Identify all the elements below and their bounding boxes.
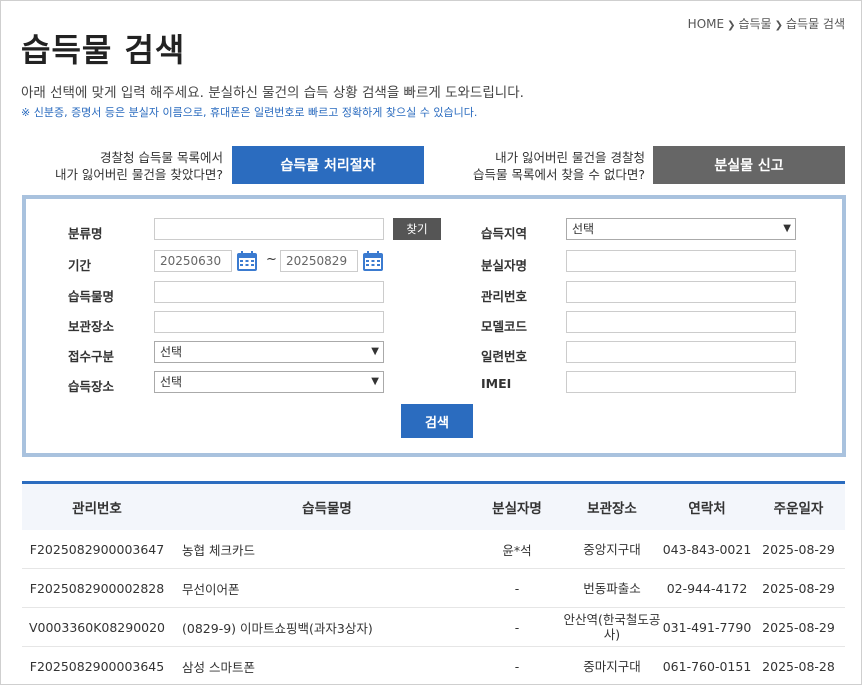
search-form: 분류명 찾기 기간 20250630 ~ 20250829 습득물명 보관장소 …: [22, 195, 846, 457]
item-name-label: 습득물명: [68, 289, 115, 304]
owner-name-label: 분실자명: [481, 258, 528, 273]
region-label: 습득지역: [481, 226, 528, 241]
cell-item-name[interactable]: 무선이어폰: [172, 579, 472, 598]
serial-label: 일련번호: [481, 349, 528, 364]
found-place-select[interactable]: 선택 ▼: [154, 371, 384, 393]
table-row[interactable]: F2025082900003647 농협 체크카드 윤*석 중앙지구대 043-…: [22, 530, 845, 569]
date-to-input[interactable]: 20250829: [280, 250, 358, 272]
receipt-type-label: 접수구분: [68, 349, 115, 364]
period-label: 기간: [68, 258, 92, 273]
cell-item-name[interactable]: 농협 체크카드: [172, 540, 472, 559]
found-place-label: 습득장소: [68, 379, 115, 394]
header-item-name[interactable]: 습득물명: [172, 497, 472, 517]
search-tip-note: ※ 신분증, 증명서 등은 분실자 이름으로, 휴대폰은 일련번호로 빠르고 정…: [21, 106, 478, 119]
chevron-right-icon: ❯: [727, 20, 736, 31]
cell-owner-name: -: [514, 580, 520, 596]
header-owner-name[interactable]: 분실자명: [472, 497, 562, 517]
cell-storage: 중앙지구대: [583, 541, 641, 557]
calendar-icon[interactable]: [236, 250, 258, 272]
region-select[interactable]: 선택 ▼: [566, 218, 796, 240]
cell-manage-no[interactable]: F2025082900003645: [22, 659, 172, 674]
cell-found-date: 2025-08-29: [762, 619, 835, 635]
cell-owner-name: 윤*석: [502, 542, 532, 558]
chevron-down-icon: ▼: [783, 223, 791, 234]
cell-storage: 안산역(한국철도공사): [563, 612, 661, 642]
breadcrumb-found-items[interactable]: 습득물: [738, 15, 771, 32]
breadcrumb-current: 습득물 검색: [785, 17, 845, 31]
cta-left-text: 경찰청 습득물 목록에서 내가 잃어버린 물건을 찾았다면?: [54, 150, 223, 182]
cell-found-date: 2025-08-28: [762, 658, 835, 674]
cell-manage-no[interactable]: F2025082900002828: [22, 581, 172, 596]
receipt-type-select[interactable]: 선택 ▼: [154, 341, 384, 363]
header-found-date[interactable]: 주운일자: [752, 497, 845, 517]
imei-input[interactable]: [566, 371, 796, 393]
cell-owner-name: -: [514, 658, 520, 674]
cell-manage-no[interactable]: V0003360K08290020: [22, 620, 172, 635]
cta-right-text: 내가 잃어버린 물건을 경찰청 습득물 목록에서 찾을 수 없다면?: [472, 150, 645, 182]
header-storage[interactable]: 보관장소: [562, 497, 662, 517]
cell-owner-name: -: [514, 619, 520, 635]
category-label: 분류명: [68, 226, 103, 241]
table-row[interactable]: V0003360K08290020 (0829-9) 이마트쇼핑백(과자3상자)…: [22, 608, 845, 647]
cell-contact: 02-944-4172: [666, 580, 748, 596]
cell-item-name[interactable]: 삼성 스마트폰: [172, 657, 472, 676]
cell-manage-no[interactable]: F2025082900003647: [22, 542, 172, 557]
breadcrumb: HOME ❯ 습득물 ❯ 습득물 검색: [688, 15, 845, 32]
owner-name-input[interactable]: [566, 250, 796, 272]
table-row[interactable]: F2025082900003645 삼성 스마트폰 - 중마지구대 061-76…: [22, 647, 845, 684]
cell-storage: 중마지구대: [583, 658, 641, 674]
item-name-input[interactable]: [154, 281, 384, 303]
found-item-procedure-button[interactable]: 습득물 처리절차: [232, 146, 424, 184]
find-category-button[interactable]: 찾기: [393, 218, 441, 240]
chevron-down-icon: ▼: [371, 376, 379, 387]
cell-found-date: 2025-08-29: [762, 580, 835, 596]
model-code-input[interactable]: [566, 311, 796, 333]
search-button[interactable]: 검색: [401, 404, 473, 438]
breadcrumb-home[interactable]: HOME: [688, 17, 724, 31]
header-contact[interactable]: 연락처: [662, 497, 752, 517]
manage-no-label: 관리번호: [481, 289, 528, 304]
serial-input[interactable]: [566, 341, 796, 363]
cell-contact: 031-491-7790: [662, 619, 752, 635]
date-range-separator: ~: [266, 252, 277, 267]
manage-no-input[interactable]: [566, 281, 796, 303]
page-description: 아래 선택에 맞게 입력 해주세요. 분실하신 물건의 습득 상황 검색을 빠르…: [21, 85, 524, 101]
lost-item-report-button[interactable]: 분실물 신고: [653, 146, 845, 184]
page-frame: HOME ❯ 습득물 ❯ 습득물 검색 습득물 검색 아래 선택에 맞게 입력 해주세요…: [0, 0, 862, 685]
results-table: 관리번호 습득물명 분실자명 보관장소 연락처 주운일자 F2025082900…: [22, 481, 845, 684]
cell-item-name[interactable]: (0829-9) 이마트쇼핑백(과자3상자): [172, 618, 472, 637]
table-row[interactable]: F2025082900002828 무선이어폰 - 번동파출소 02-944-4…: [22, 569, 845, 608]
header-manage-no[interactable]: 관리번호: [22, 497, 172, 517]
calendar-icon[interactable]: [362, 250, 384, 272]
category-input[interactable]: [154, 218, 384, 240]
chevron-right-icon: ❯: [774, 20, 783, 31]
storage-input[interactable]: [154, 311, 384, 333]
cell-contact: 043-843-0021: [662, 541, 752, 557]
imei-label: IMEI: [481, 376, 512, 391]
page-title: 습득물 검색: [21, 31, 186, 69]
date-from-input[interactable]: 20250630: [154, 250, 232, 272]
cell-found-date: 2025-08-29: [762, 541, 835, 557]
table-header: 관리번호 습득물명 분실자명 보관장소 연락처 주운일자: [22, 484, 845, 530]
storage-label: 보관장소: [68, 319, 115, 334]
cell-contact: 061-760-0151: [662, 658, 752, 674]
cell-storage: 번동파출소: [583, 580, 641, 596]
chevron-down-icon: ▼: [371, 346, 379, 357]
model-code-label: 모델코드: [481, 319, 528, 334]
